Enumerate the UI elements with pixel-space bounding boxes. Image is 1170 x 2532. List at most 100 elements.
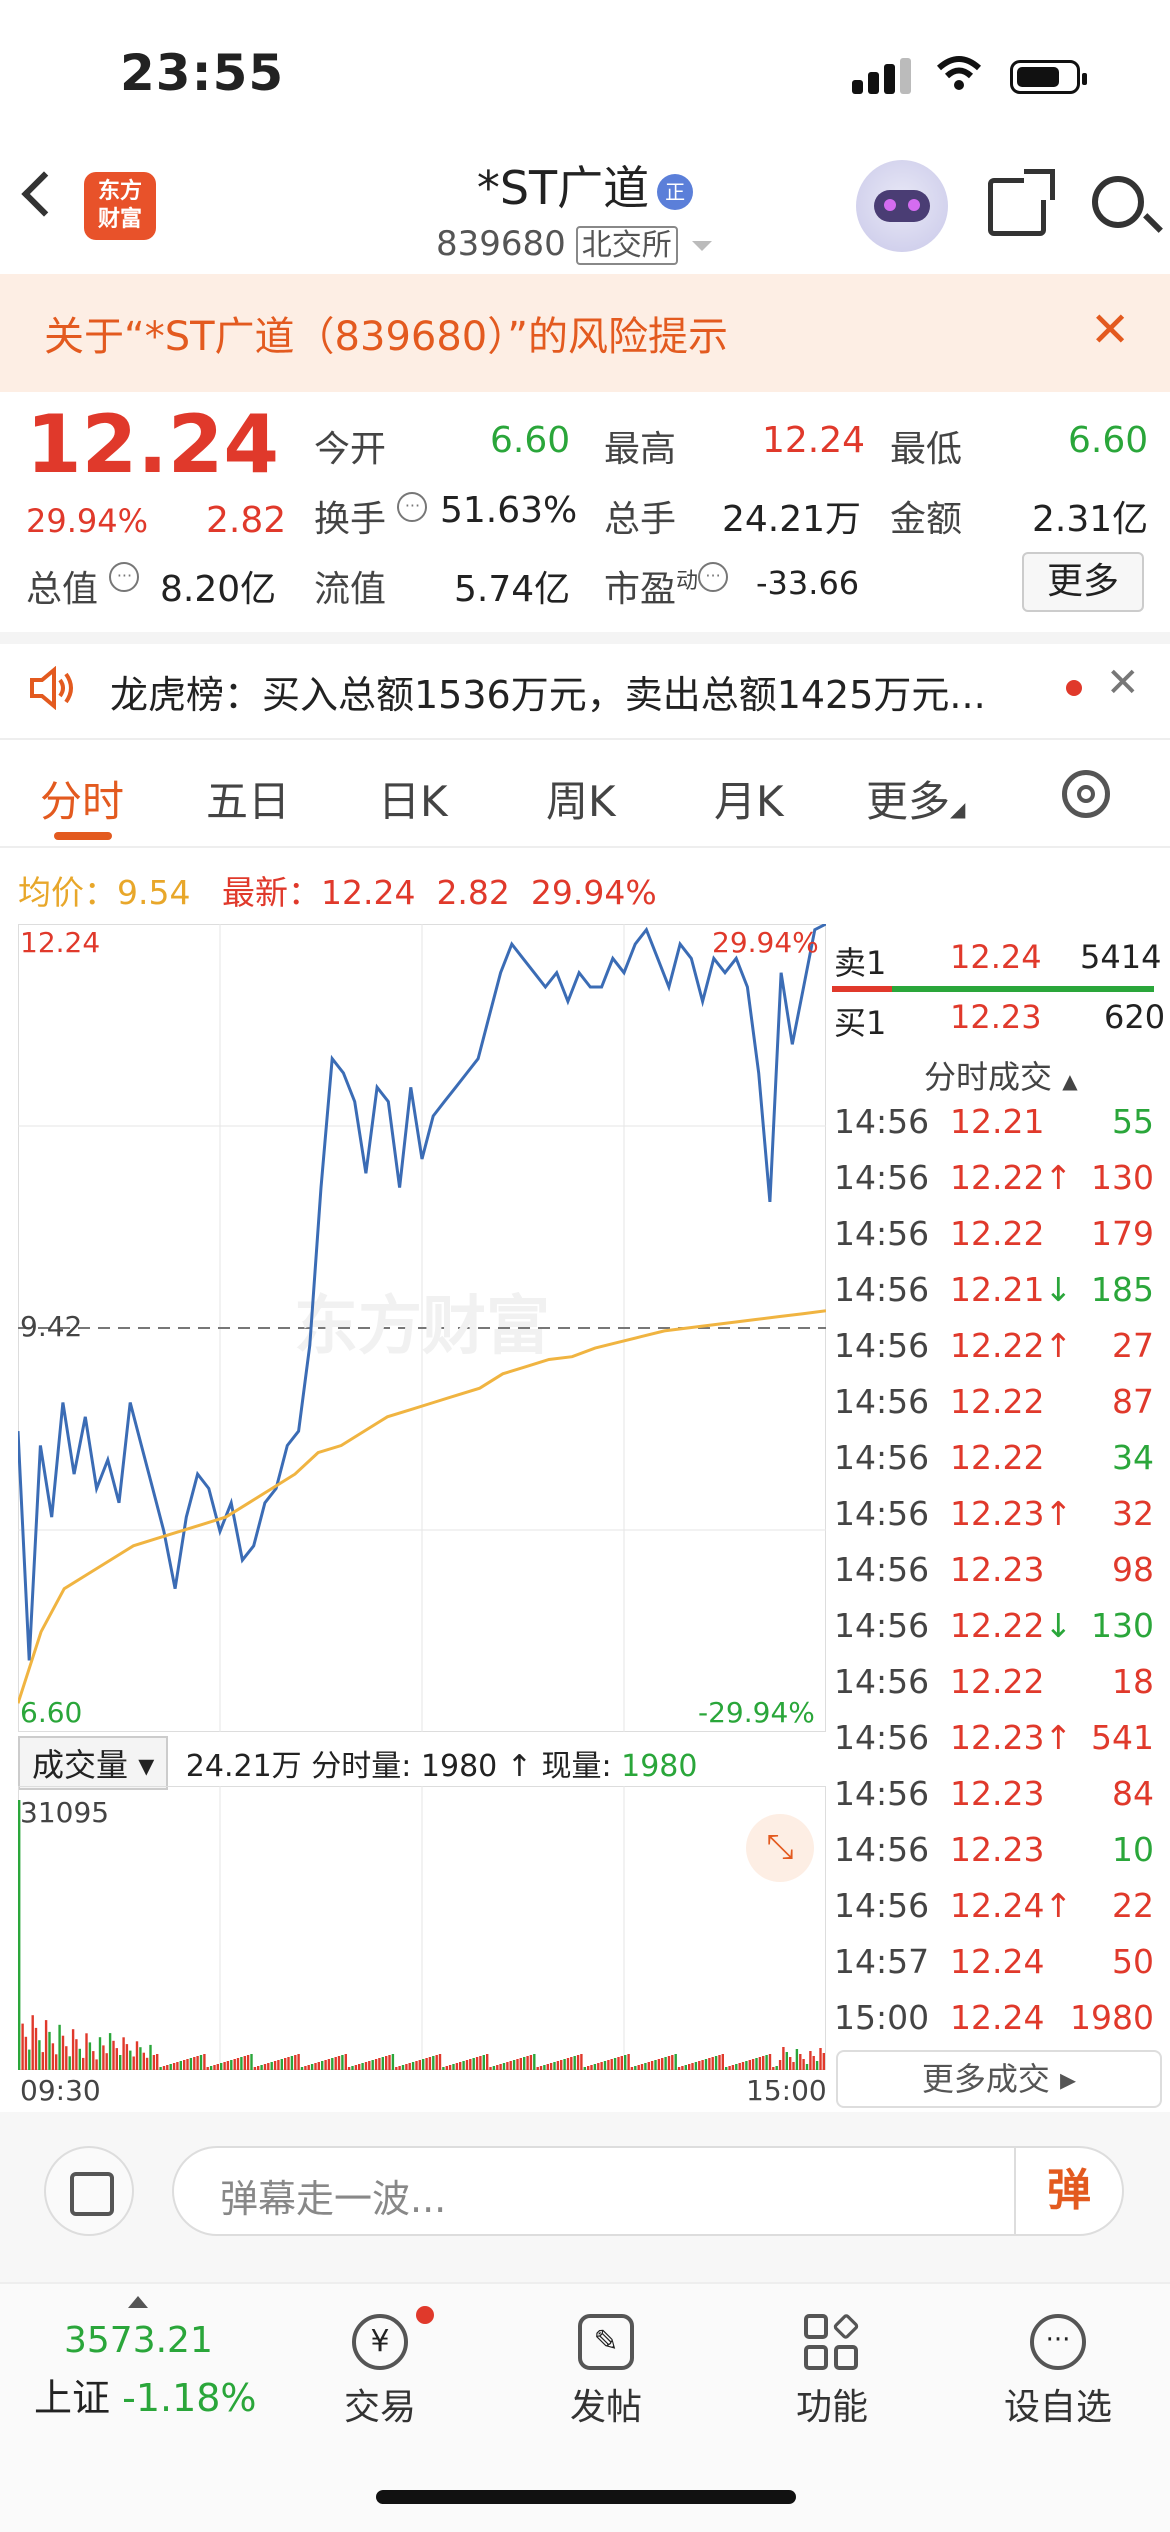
danmu-input[interactable]: 弹幕走一波... 弹 <box>172 2146 1124 2236</box>
volume-bar <box>455 2063 459 2070</box>
volume-bar <box>354 2065 358 2070</box>
volume-bar <box>738 2063 741 2070</box>
nav-post[interactable]: ✎ 发帖 <box>536 2314 676 2430</box>
volume-bar <box>805 2064 809 2070</box>
volume-bar <box>270 2062 273 2070</box>
more-button[interactable]: 更多 <box>1022 552 1144 612</box>
tab-five-day[interactable]: 五日 <box>206 768 290 829</box>
index-ticker[interactable]: 3573.21 上证 -1.18% <box>34 2296 264 2422</box>
volume-bar <box>496 2065 499 2070</box>
volume-bar <box>243 2056 246 2070</box>
volume-bar <box>553 2062 556 2070</box>
volume-bar <box>125 2044 129 2070</box>
risk-banner[interactable]: 关于“*ST广道（839680）”的风险提示 ✕ <box>0 274 1170 392</box>
volume-bar <box>71 2029 75 2070</box>
tick-row: 14:56 12.22 34 <box>832 1438 1162 1494</box>
volume-bar <box>139 2047 142 2070</box>
volume-bar <box>166 2065 169 2070</box>
volume-bar <box>31 2015 34 2070</box>
stock-code-row[interactable]: 839680 北交所 <box>436 220 712 265</box>
nav-functions[interactable]: 功能 <box>762 2312 902 2430</box>
mktcap-label: 总值 ··· <box>26 560 140 612</box>
more-ticks-button[interactable]: 更多成交 ▸ <box>836 2050 1162 2108</box>
volume-bar <box>711 2057 714 2070</box>
volume-bar <box>822 2053 825 2070</box>
buy-sell-ratio-bar <box>832 986 1154 992</box>
tick-volume: 541 <box>1091 1718 1154 1757</box>
tick-row: 14:56 12.23 84 <box>832 1774 1162 1830</box>
tab-monthly-k[interactable]: 月K <box>714 768 784 829</box>
ticks-title[interactable]: 分时成交 ▲ <box>924 1052 1078 1098</box>
lhb-text[interactable]: 龙虎榜：买入总额1536万元，卖出总额1425万元... <box>110 664 986 719</box>
volume-bar <box>230 2060 233 2070</box>
low-label: 最低 <box>890 429 963 470</box>
volume-bar <box>819 2048 822 2070</box>
buy1-volume: 620 <box>1104 998 1166 1036</box>
volume-bar <box>48 2031 51 2070</box>
share-icon[interactable] <box>988 169 1055 236</box>
settings-gear-icon[interactable] <box>1062 770 1110 818</box>
tab-intraday[interactable]: 分时 <box>40 768 124 829</box>
volume-bar <box>755 2058 758 2070</box>
volume-bar <box>398 2066 401 2070</box>
nav-watchlist[interactable]: ··· 设自选 <box>988 2314 1128 2430</box>
volume-bar <box>593 2064 597 2070</box>
volume-bar <box>634 2066 637 2070</box>
tick-price: 12.22↑ <box>950 1158 1073 1197</box>
tab-more[interactable]: 更多◢ <box>866 768 965 829</box>
volume-bar <box>570 2057 573 2070</box>
volume-bar <box>415 2061 418 2070</box>
tick-price: 12.22↑ <box>950 1326 1073 1365</box>
amount-label: 金额 <box>890 499 963 540</box>
volume-bar <box>61 2035 65 2070</box>
volume-bar <box>590 2065 593 2070</box>
volume-bar <box>253 2067 257 2070</box>
volume-bar <box>630 2067 634 2070</box>
comment-list-icon[interactable] <box>44 2146 134 2236</box>
volume-bar <box>435 2055 438 2070</box>
close-icon[interactable]: ✕ <box>1106 660 1140 706</box>
open-label: 今开 <box>314 429 387 470</box>
nav-trade[interactable]: ¥ 交易 <box>310 2306 450 2430</box>
volume-bar <box>371 2060 374 2070</box>
search-icon[interactable] <box>1092 176 1144 228</box>
tick-row: 14:56 12.22↑ 130 <box>832 1158 1162 1214</box>
home-indicator <box>376 2490 796 2504</box>
volume-bar <box>267 2063 270 2070</box>
volume-bar <box>21 2023 24 2070</box>
volume-bar <box>310 2064 314 2070</box>
volume-bar <box>731 2065 735 2070</box>
y-top-label: 12.24 <box>20 926 101 959</box>
volume-bar <box>489 2067 492 2070</box>
volume-bar <box>812 2056 815 2070</box>
tick-row: 14:57 12.24 50 <box>832 1942 1162 1998</box>
stock-code: 839680 <box>436 224 566 264</box>
volume-bar <box>482 2055 485 2070</box>
volume-bar <box>28 2049 31 2070</box>
indicator-select[interactable]: 成交量 ▾ <box>18 1736 169 1790</box>
tick-row: 14:56 12.22 87 <box>832 1382 1162 1438</box>
expand-icon[interactable]: ⤡ <box>746 1814 814 1882</box>
volume-bar <box>135 2041 139 2070</box>
volume-bar <box>748 2060 751 2070</box>
volume-bar <box>654 2060 657 2070</box>
y-mid-label: 9.42 <box>20 1310 83 1343</box>
edit-icon: ✎ <box>578 2314 634 2370</box>
tab-daily-k[interactable]: 日K <box>378 768 448 829</box>
tick-time: 14:56 <box>834 1886 930 1925</box>
tick-price: 12.21↓ <box>950 1270 1073 1309</box>
tab-weekly-k[interactable]: 周K <box>546 768 616 829</box>
volume-bar <box>728 2066 731 2070</box>
danmu-icon[interactable]: 弹 <box>1014 2148 1122 2234</box>
volume-bar <box>246 2055 250 2070</box>
volume-bar <box>105 2053 108 2070</box>
volume-bar <box>576 2055 580 2070</box>
intraday-chart[interactable]: 东方财富 <box>18 924 826 1732</box>
volume-bar <box>351 2066 354 2070</box>
tick-volume: 18 <box>1112 1662 1154 1701</box>
volume-bar <box>300 2067 304 2070</box>
tick-row: 14:56 12.23↑ 32 <box>832 1494 1162 1550</box>
close-icon[interactable]: ✕ <box>1090 302 1130 358</box>
tick-volume: 22 <box>1112 1886 1154 1925</box>
assistant-robot-icon[interactable] <box>856 160 948 252</box>
